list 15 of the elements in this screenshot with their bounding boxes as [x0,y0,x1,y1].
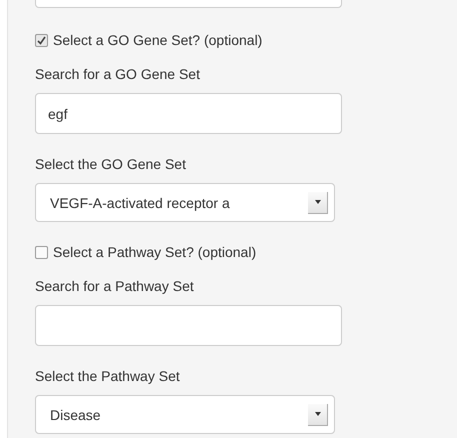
field-label: Select the Pathway Set [35,368,181,385]
checkbox-option[interactable]: Select a Pathway Set? (optional) [35,244,457,260]
dropdown[interactable]: VEGF-A-activated receptor a [35,183,335,222]
checkbox[interactable] [35,246,48,258]
checkbox-label: Select a GO Gene Set? (optional) [53,32,262,48]
checkbox[interactable] [35,34,48,46]
dropdown[interactable]: Disease [35,395,335,434]
field-label: Search for a GO Gene Set [35,66,201,83]
input-field[interactable] [35,0,342,8]
search-field[interactable] [35,305,342,346]
field-label: Select the GO Gene Set [35,156,187,173]
checkbox-option[interactable]: Select a GO Gene Set? (optional) [35,32,457,48]
field-label: Search for a Pathway Set [35,278,195,295]
checkbox-label: Select a Pathway Set? (optional) [53,244,256,260]
search-field[interactable]: egf [35,93,342,134]
